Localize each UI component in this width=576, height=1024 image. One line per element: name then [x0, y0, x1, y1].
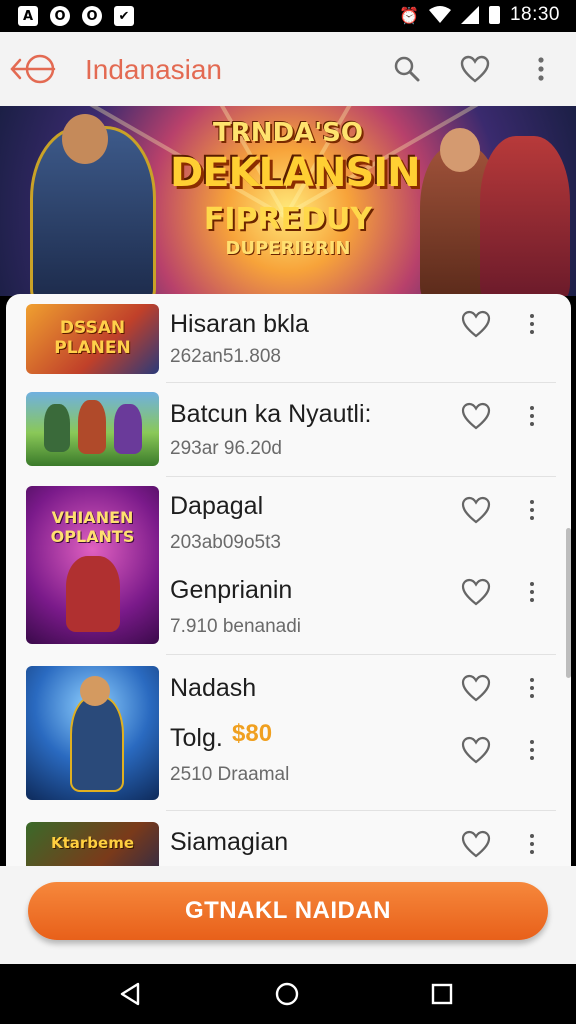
- more-icon-4[interactable]: [524, 578, 540, 606]
- divider: [166, 810, 556, 811]
- system-nav-bar: [0, 964, 576, 1024]
- favorite-heart-icon-7[interactable]: [461, 830, 491, 858]
- wifi-icon: [428, 6, 451, 23]
- home-icon[interactable]: [273, 980, 301, 1008]
- notification-icon-o1: O: [50, 6, 70, 26]
- banner-title-line3: FIPREDUY: [203, 202, 373, 237]
- thumbnail-item-2[interactable]: [26, 392, 159, 466]
- divider: [166, 654, 556, 655]
- alarm-icon: ⏰: [399, 5, 419, 25]
- back-icon[interactable]: [116, 980, 144, 1008]
- item-title-4[interactable]: Genprianin: [170, 576, 292, 605]
- item-title-2[interactable]: Batcun ka Nyautli:: [170, 400, 372, 429]
- notification-icon-o2: O: [82, 6, 102, 26]
- promo-banner[interactable]: TRNDA'SO DEKLANSIN FIPREDUY DUPERIBRIN: [0, 106, 576, 296]
- app-title: Indanasian: [85, 54, 223, 85]
- signal-icon: [460, 6, 479, 24]
- banner-hero-right2: [480, 136, 570, 296]
- item-title-5[interactable]: Nadash: [170, 674, 256, 703]
- favorites-heart-icon[interactable]: [458, 52, 492, 86]
- recents-icon[interactable]: [428, 980, 456, 1008]
- thumbnail-item-7[interactable]: Ktarbeme: [26, 822, 159, 866]
- scrollbar[interactable]: [566, 528, 571, 678]
- divider: [166, 382, 556, 383]
- item-meta-6: 2510 Draamal: [170, 764, 290, 785]
- thumbnail-label-1: DSSAN PLANEN: [54, 318, 131, 358]
- thumbnail-item-1[interactable]: DSSAN PLANEN: [26, 304, 159, 374]
- more-icon-2[interactable]: [524, 402, 540, 430]
- item-meta-4: 7.910 benanadi: [170, 616, 302, 637]
- banner-title-line4: DUPERIBRIN: [225, 238, 351, 259]
- app-bar: Indanasian: [0, 32, 576, 106]
- item-price-6: $80: [232, 720, 273, 747]
- logo-icon[interactable]: [10, 50, 60, 88]
- favorite-heart-icon-1[interactable]: [461, 310, 491, 338]
- notification-icon-a: A: [18, 6, 38, 26]
- favorite-heart-icon-4[interactable]: [461, 578, 491, 606]
- more-icon-7[interactable]: [524, 830, 540, 858]
- item-meta-3: 203ab09o5t3: [170, 532, 281, 553]
- favorite-heart-icon-5[interactable]: [461, 674, 491, 702]
- item-title-6[interactable]: Tolg.: [170, 724, 223, 753]
- banner-hero-head-right: [440, 128, 480, 172]
- item-meta-2: 293ar 96.20d: [170, 438, 282, 459]
- banner-title-line1: TRNDA'SO: [212, 118, 363, 148]
- banner-hero-head-left: [62, 114, 108, 164]
- banner-title-line2: DEKLANSIN: [170, 150, 421, 196]
- thumbnail-label-7: Ktarbeme: [50, 834, 135, 852]
- item-title-3[interactable]: Dapagal: [170, 492, 263, 521]
- more-icon-6[interactable]: [524, 736, 540, 764]
- status-bar: A O O ✔ ⏰ 18:30: [0, 0, 576, 32]
- item-meta-1: 262an51.808: [170, 346, 281, 367]
- battery-icon: [488, 6, 500, 24]
- divider: [166, 476, 556, 477]
- primary-action-button[interactable]: GTNAKL NAIDAN: [28, 882, 548, 940]
- more-icon-1[interactable]: [524, 310, 540, 338]
- thumbnail-item-5[interactable]: [26, 666, 159, 800]
- favorite-heart-icon-6[interactable]: [461, 736, 491, 764]
- game-list: DSSAN PLANEN Hisaran bkla 262an51.808 Ba…: [6, 294, 571, 866]
- more-icon[interactable]: [524, 52, 558, 86]
- favorite-heart-icon-3[interactable]: [461, 496, 491, 524]
- bottom-action-area: GTNAKL NAIDAN: [0, 866, 576, 964]
- more-icon-5[interactable]: [524, 674, 540, 702]
- thumbnail-label-3: VHIANEN OPLANTS: [50, 508, 135, 546]
- more-icon-3[interactable]: [524, 496, 540, 524]
- status-time: 18:30: [509, 4, 560, 25]
- favorite-heart-icon-2[interactable]: [461, 402, 491, 430]
- notification-icon-check: ✔: [114, 6, 134, 26]
- thumbnail-item-3[interactable]: VHIANEN OPLANTS: [26, 486, 159, 644]
- item-title-7[interactable]: Siamagian: [170, 828, 288, 857]
- search-icon[interactable]: [390, 52, 424, 86]
- item-title-1[interactable]: Hisaran bkla: [170, 310, 309, 339]
